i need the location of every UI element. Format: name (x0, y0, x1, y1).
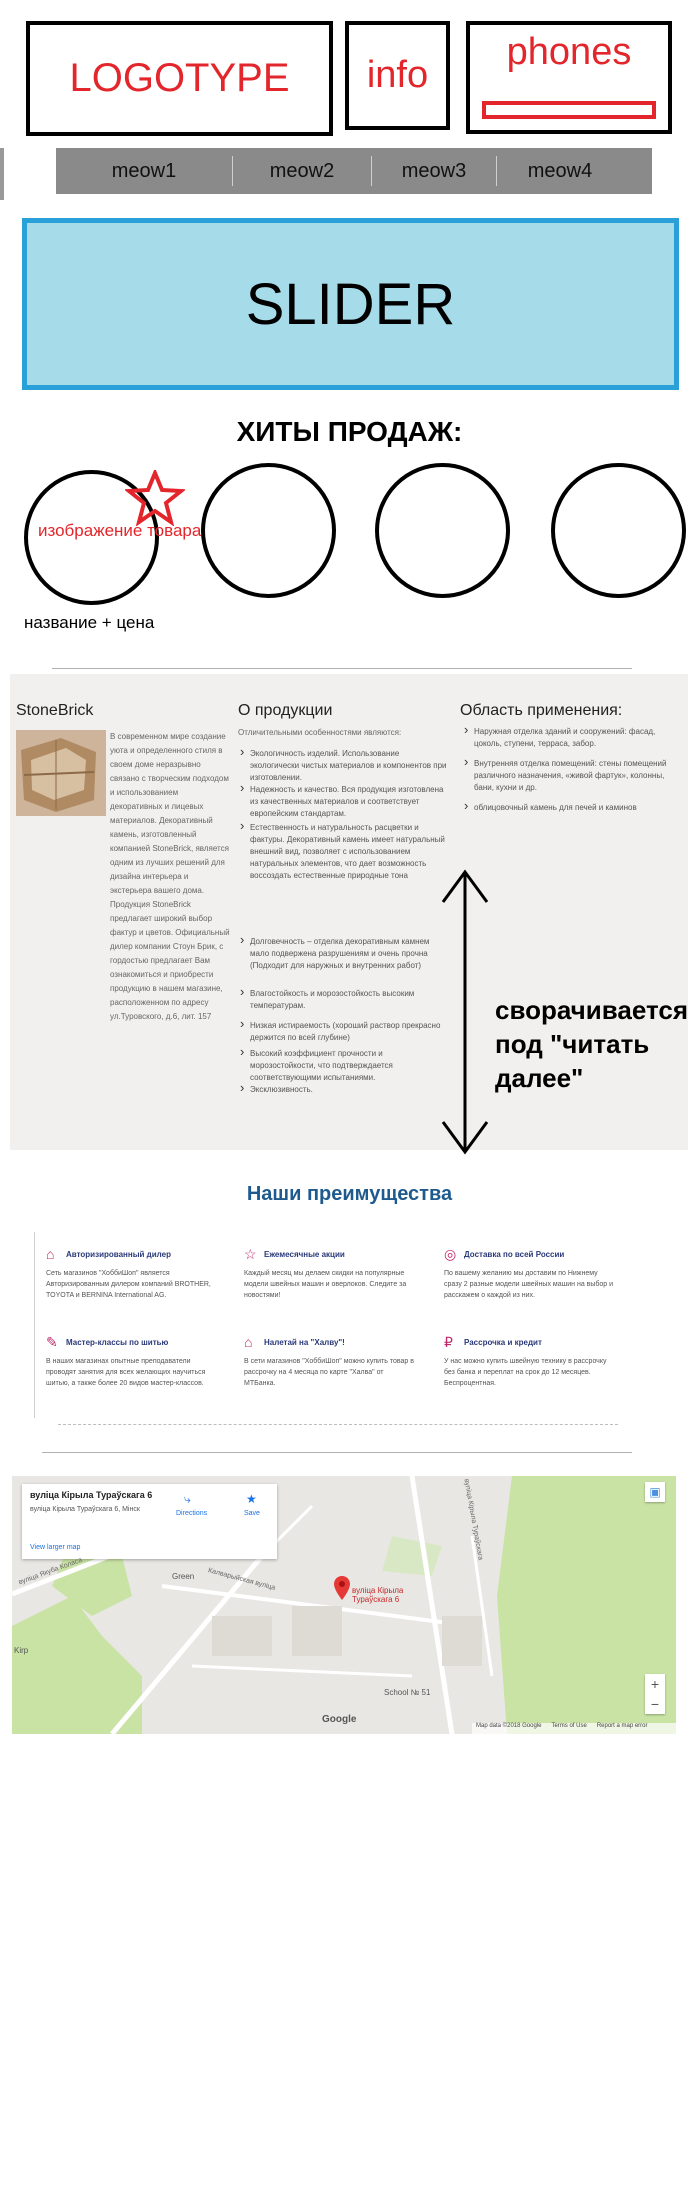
nav-item-meow3[interactable]: meow3 (372, 160, 496, 183)
products-intro: Отличительными особенностями являются: (238, 728, 402, 737)
products-bullet: Экологичность изделий. Использование эко… (240, 746, 450, 784)
advantage-title: Доставка по всей России (464, 1250, 565, 1259)
products-bullet: Естественность и натуральность расцветки… (240, 820, 450, 882)
collapse-arrow-icon (441, 869, 489, 1155)
star-icon: ☆ (244, 1246, 257, 1262)
map-poi-kirp: Kirp (14, 1646, 29, 1655)
collapse-note: сворачивается под "читать далее" (495, 995, 688, 1093)
usage-heading: Область применения: (460, 702, 623, 719)
product-caption: название + цена (24, 613, 155, 632)
map-zoom-out-button[interactable]: − (645, 1694, 665, 1714)
brand-text: В современном мире создание уюта и опред… (110, 732, 230, 1021)
advantage-text: Каждый месяц мы делаем скидки на популяр… (244, 1270, 407, 1299)
advantages-title: Наши преимущества (246, 1183, 453, 1205)
map-directions-button[interactable]: Directions (176, 1510, 207, 1517)
phones-label: phones (506, 31, 632, 73)
product-image-2[interactable] (201, 463, 336, 598)
tag-icon: ⌂ (244, 1334, 253, 1350)
products-bullet: Высокий коэффициент прочности и морозост… (240, 1046, 450, 1084)
advantage-text: В наших магазинах опытные преподаватели … (46, 1358, 206, 1387)
main-nav: meow1 meow2 meow3 meow4 (56, 148, 652, 194)
map-poi-school: School № 51 (384, 1688, 431, 1697)
advantage-title: Авторизированный дилер (66, 1250, 171, 1259)
info-block[interactable]: info (345, 21, 450, 130)
map-embed[interactable]: вуліца Кірыла Тураўскага 6 вуліца Кірыла… (12, 1476, 676, 1734)
advantage-title: Мастер-классы по шитью (66, 1338, 169, 1347)
products-bullet: Влагостойкость и морозостойкость высоким… (240, 986, 450, 1012)
pencil-icon: ✎ (46, 1334, 58, 1350)
usage-bullet: Внутренняя отделка помещений: стены поме… (464, 756, 674, 794)
products-bullet: Долговечность – отделка декоративным кам… (240, 934, 450, 972)
ruble-icon: ₽ (444, 1334, 453, 1350)
advantage-text: Сеть магазинов "ХоббиШоп" является Автор… (46, 1270, 211, 1299)
map-zoom-in-button[interactable]: + (645, 1674, 665, 1694)
divider (42, 1452, 632, 1453)
products-bullet: Надежность и качество. Вся продукция изг… (240, 782, 450, 820)
globe-icon: ◎ (444, 1246, 457, 1262)
map-marker-icon[interactable] (334, 1576, 350, 1600)
map-view-larger-link[interactable]: View larger map (30, 1544, 80, 1551)
map-footer-terms[interactable]: Terms of Use (551, 1723, 586, 1734)
logo[interactable]: LOGOTYPE (26, 21, 333, 136)
products-heading: О продукции (238, 702, 333, 719)
map-marker-label: вуліца Кірыла Тураўскага 6 (352, 1586, 404, 1604)
advantage-title: Ежемесячные акции (264, 1250, 345, 1259)
advantage-title: Налетай на "Халву"! (264, 1338, 345, 1347)
product-image-4[interactable] (551, 463, 686, 598)
google-logo: Google (322, 1714, 357, 1725)
hits-title: ХИТЫ ПРОДАЖ: (236, 416, 463, 447)
phones-block[interactable]: phones (466, 21, 672, 134)
phones-placeholder-bar (482, 101, 656, 119)
map-zoom-controls: + − (645, 1674, 665, 1714)
brand-heading: StoneBrick (16, 702, 94, 719)
map-place-card: вуліца Кірыла Тураўскага 6 вуліца Кірыла… (22, 1484, 277, 1559)
products-bullet: Эксклюзивность. (240, 1082, 450, 1096)
map-place-title: вуліца Кірыла Тураўскага 6 (30, 1490, 153, 1500)
map-footer-data: Map data ©2018 Google (476, 1723, 542, 1729)
advantage-text: У нас можно купить швейную технику в рас… (444, 1358, 607, 1387)
save-star-icon[interactable]: ★ (246, 1492, 257, 1506)
advantage-text: По вашему желанию мы доставим по Нижнему… (444, 1270, 614, 1299)
advantages-dashes (58, 1424, 618, 1425)
products-bullet: Низкая истираемость (хороший раствор пре… (240, 1018, 450, 1044)
street-view-icon[interactable]: ▣ (645, 1482, 665, 1502)
usage-bullet: Наружная отделка зданий и сооружений: фа… (464, 724, 674, 750)
map-poi-green: Green (172, 1572, 195, 1581)
tag-icon: ⌂ (46, 1246, 55, 1262)
nav-item-meow4[interactable]: meow4 (497, 160, 623, 183)
divider (52, 668, 632, 669)
map-footer-report[interactable]: Report a map error (597, 1723, 648, 1734)
advantages-border-left (34, 1232, 35, 1418)
star-badge-icon (125, 470, 185, 526)
advantage-title: Рассрочка и кредит (464, 1338, 542, 1347)
nav-item-meow1[interactable]: meow1 (56, 160, 232, 183)
directions-icon[interactable]: ⤷ (184, 1492, 191, 1507)
advantage-text: В сети магазинов "ХоббиШоп" можно купить… (244, 1358, 414, 1387)
map-place-address: вуліца Кірыла Тураўскага 6, Мінск (30, 1506, 140, 1513)
map-save-button[interactable]: Save (244, 1510, 260, 1517)
nav-edge-marker (0, 148, 4, 200)
product-image-3[interactable] (375, 463, 510, 598)
nav-item-meow2[interactable]: meow2 (233, 160, 371, 183)
usage-bullet: облицовочный камень для печей и каминов (464, 800, 674, 814)
map-footer: Map data ©2018 Google Terms of Use Repor… (472, 1723, 676, 1734)
slider[interactable]: SLIDER (22, 218, 679, 390)
brick-photo (16, 730, 106, 816)
